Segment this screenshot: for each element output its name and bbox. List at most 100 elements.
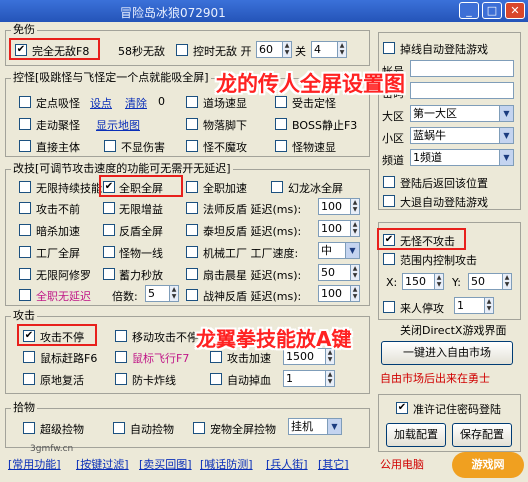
gj-c3-5-checkbox[interactable] bbox=[186, 289, 198, 301]
subregion-select[interactable]: 蓝蜗牛 ▼ bbox=[410, 127, 514, 144]
spin-arrows-icon[interactable]: ▲ ▼ bbox=[169, 286, 178, 301]
kk-c3-2-checkbox[interactable] bbox=[275, 140, 287, 152]
tab-street[interactable]: [兵人街] bbox=[266, 456, 308, 472]
kk-c2-1-checkbox[interactable] bbox=[186, 118, 198, 130]
gj-c3-2-checkbox[interactable] bbox=[186, 224, 198, 236]
gj-c2-2-checkbox[interactable] bbox=[103, 224, 115, 236]
gj-v-4-spinner[interactable]: 100 ▲ ▼ bbox=[318, 285, 360, 302]
gj-c2-3-checkbox[interactable] bbox=[103, 246, 115, 258]
mouse-fly-checkbox[interactable] bbox=[115, 351, 127, 363]
gj-c1-4-label: 无限阿修罗 bbox=[36, 269, 91, 282]
show-map-link[interactable]: 显示地图 bbox=[96, 117, 140, 133]
dropdown-arrow-icon[interactable]: ▼ bbox=[499, 128, 513, 143]
auto-drop-checkbox[interactable] bbox=[210, 373, 222, 385]
minimize-button[interactable]: _ bbox=[459, 2, 479, 19]
dropdown-arrow-icon[interactable]: ▼ bbox=[327, 419, 341, 434]
dropdown-arrow-icon[interactable]: ▼ bbox=[499, 150, 513, 165]
pet-pickup-checkbox[interactable] bbox=[193, 422, 205, 434]
spin-arrows-icon[interactable]: ▲ ▼ bbox=[434, 274, 443, 289]
gj-c2-4-checkbox[interactable] bbox=[103, 268, 115, 280]
gj-v-3-spinner[interactable]: 50 ▲ ▼ bbox=[318, 264, 360, 281]
on-seconds-spinner[interactable]: 60 ▲ ▼ bbox=[256, 41, 292, 58]
x-spinner[interactable]: 150 ▲ ▼ bbox=[402, 273, 444, 290]
spin-arrows-icon[interactable]: ▲ ▼ bbox=[350, 286, 359, 301]
spin-arrows-icon[interactable]: ▲ ▼ bbox=[484, 298, 493, 313]
gj-c1-3-checkbox[interactable] bbox=[19, 246, 31, 258]
tab-other[interactable]: [其它] bbox=[318, 456, 349, 472]
spin-arrows-icon[interactable]: ▲ ▼ bbox=[282, 42, 291, 57]
load-config-button[interactable]: 加载配置 bbox=[386, 423, 446, 447]
region-select[interactable]: 第一大区 ▼ bbox=[410, 105, 514, 122]
return-pos-checkbox[interactable] bbox=[383, 176, 395, 188]
gj-c1-5-checkbox[interactable] bbox=[19, 289, 31, 301]
clear-link[interactable]: 清除 bbox=[125, 95, 147, 111]
gj-v-0-spinner[interactable]: 100 ▲ ▼ bbox=[318, 198, 360, 215]
fixed-pull-checkbox[interactable] bbox=[19, 96, 31, 108]
stop-on-player-spinner[interactable]: 1 ▲ ▼ bbox=[454, 297, 494, 314]
tab-trade[interactable]: [卖买回图] bbox=[139, 456, 192, 472]
direct-body-checkbox[interactable] bbox=[19, 140, 31, 152]
hide-damage-checkbox[interactable] bbox=[104, 140, 116, 152]
move-attack-checkbox[interactable] bbox=[115, 330, 127, 342]
range-attack-checkbox[interactable] bbox=[383, 253, 395, 265]
dropdown-arrow-icon[interactable]: ▼ bbox=[345, 243, 359, 258]
gj-c3-4-checkbox[interactable] bbox=[186, 268, 198, 280]
remember-pw-checkbox[interactable]: ✔ bbox=[396, 402, 408, 414]
super-pickup-checkbox[interactable] bbox=[23, 422, 35, 434]
set-point-link[interactable]: 设点 bbox=[90, 95, 112, 111]
kk-c2-2-checkbox[interactable] bbox=[186, 140, 198, 152]
auto-pickup-checkbox[interactable] bbox=[113, 422, 125, 434]
auto-relogin-checkbox[interactable] bbox=[383, 195, 395, 207]
kk-c2-0-checkbox[interactable] bbox=[186, 96, 198, 108]
gj-c1-1-checkbox[interactable] bbox=[19, 202, 31, 214]
revive-checkbox[interactable] bbox=[23, 373, 35, 385]
kk-c3-1-checkbox[interactable] bbox=[275, 118, 287, 130]
gj-c2-1-label: 无限增益 bbox=[119, 203, 163, 216]
password-field[interactable] bbox=[410, 82, 514, 99]
gj-c1-0-checkbox[interactable] bbox=[19, 181, 31, 193]
pickup-mode-select[interactable]: 挂机 ▼ bbox=[288, 418, 342, 435]
spin-arrows-icon[interactable]: ▲ ▼ bbox=[350, 199, 359, 214]
mouse-route-checkbox[interactable] bbox=[23, 351, 35, 363]
spin-arrows-icon[interactable]: ▲ ▼ bbox=[337, 42, 346, 57]
gj-c3-1-checkbox[interactable] bbox=[186, 202, 198, 214]
spin-arrows-icon[interactable]: ▲ ▼ bbox=[350, 221, 359, 236]
dropdown-arrow-icon[interactable]: ▼ bbox=[499, 106, 513, 121]
factory-speed-select[interactable]: 中 ▼ bbox=[318, 242, 360, 259]
spin-arrows-icon[interactable]: ▲ ▼ bbox=[350, 265, 359, 280]
gj-c2-1-checkbox[interactable] bbox=[103, 202, 115, 214]
account-field[interactable] bbox=[410, 60, 514, 77]
tab-common[interactable]: [常用功能] bbox=[8, 456, 61, 472]
relogin-label: 掉线自动登陆游戏 bbox=[400, 43, 488, 56]
multiplier-spinner[interactable]: 5 ▲ ▼ bbox=[145, 285, 179, 302]
gj-c2-3-label: 怪物一线 bbox=[119, 247, 163, 260]
auto-drop-spinner[interactable]: 1 ▲ ▼ bbox=[283, 370, 335, 387]
maximize-button[interactable]: □ bbox=[482, 2, 502, 19]
attack-speed-checkbox[interactable] bbox=[210, 351, 222, 363]
gj-v-3-value: 50 bbox=[321, 266, 335, 279]
attack-speed-label: 攻击加速 bbox=[227, 352, 271, 365]
channel-select[interactable]: 1频道 ▼ bbox=[410, 149, 514, 166]
revive-label: 原地复活 bbox=[40, 374, 84, 387]
tab-key-filter[interactable]: [按键过滤] bbox=[76, 456, 129, 472]
stop-on-player-checkbox[interactable] bbox=[383, 301, 395, 313]
walk-gather-checkbox[interactable] bbox=[19, 118, 31, 130]
y-spinner[interactable]: 50 ▲ ▼ bbox=[468, 273, 512, 290]
anti-kick-checkbox[interactable] bbox=[115, 373, 127, 385]
gj-c3-0-checkbox[interactable] bbox=[186, 181, 198, 193]
gj-c1-4-checkbox[interactable] bbox=[19, 268, 31, 280]
off-seconds-spinner[interactable]: 4 ▲ ▼ bbox=[311, 41, 347, 58]
spin-arrows-icon[interactable]: ▲ ▼ bbox=[325, 371, 334, 386]
spin-arrows-icon[interactable]: ▲ ▼ bbox=[502, 274, 511, 289]
gj-c1-2-checkbox[interactable] bbox=[19, 224, 31, 236]
gj-hx-checkbox[interactable] bbox=[271, 181, 283, 193]
gj-c3-3-checkbox[interactable] bbox=[186, 246, 198, 258]
free-market-button[interactable]: 一键进入自由市场 bbox=[381, 341, 513, 365]
gj-v-1-spinner[interactable]: 100 ▲ ▼ bbox=[318, 220, 360, 237]
relogin-checkbox[interactable] bbox=[383, 42, 395, 54]
tab-shout[interactable]: [喊话防测] bbox=[200, 456, 253, 472]
save-config-button[interactable]: 保存配置 bbox=[452, 423, 512, 447]
title-bar: 冒险岛冰狼072901 _ □ ✕ bbox=[0, 0, 528, 22]
timed-invincible-checkbox[interactable] bbox=[176, 44, 188, 56]
close-button[interactable]: ✕ bbox=[505, 2, 525, 19]
